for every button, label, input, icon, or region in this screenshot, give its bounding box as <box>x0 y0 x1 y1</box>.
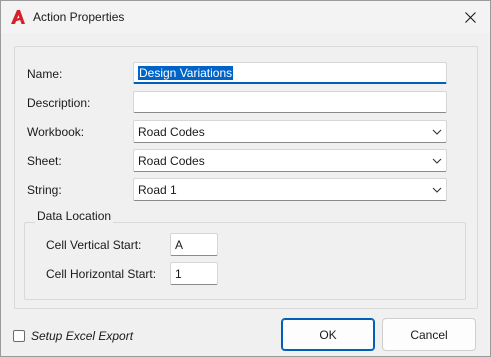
window-title: Action Properties <box>33 10 125 24</box>
sheet-select[interactable]: Road Codes <box>133 149 447 172</box>
close-icon <box>464 11 476 23</box>
name-input-value: Design Variations <box>138 65 234 80</box>
setup-excel-export-label: Setup Excel Export <box>31 329 134 343</box>
ok-button-label: OK <box>319 327 337 342</box>
cell-horizontal-start-value: 1 <box>175 266 182 281</box>
cell-horizontal-start-label: Cell Horizontal Start: <box>46 267 157 281</box>
checkbox-box[interactable] <box>13 330 25 342</box>
workbook-label: Workbook: <box>27 125 85 139</box>
chevron-down-icon <box>432 187 442 193</box>
chevron-down-icon <box>432 129 442 135</box>
workbook-select[interactable]: Road Codes <box>133 120 447 143</box>
action-properties-dialog: Action Properties Name: Design Variation… <box>0 0 491 357</box>
string-select-value: Road 1 <box>138 182 177 197</box>
title-bar: Action Properties <box>1 1 490 33</box>
properties-panel: Name: Design Variations Description: Wor… <box>14 46 478 309</box>
cell-vertical-start-input[interactable]: A <box>170 233 218 256</box>
cell-horizontal-start-input[interactable]: 1 <box>170 262 218 285</box>
data-location-group <box>24 222 466 300</box>
close-button[interactable] <box>450 1 490 33</box>
autodesk-a-logo-icon <box>10 9 26 25</box>
workbook-select-value: Road Codes <box>138 124 205 139</box>
description-label: Description: <box>27 96 91 110</box>
cancel-button[interactable]: Cancel <box>382 318 476 351</box>
setup-excel-export-checkbox[interactable]: Setup Excel Export <box>13 329 133 343</box>
cancel-button-label: Cancel <box>410 327 448 342</box>
sheet-label: Sheet: <box>27 154 62 168</box>
data-location-title: Data Location <box>35 209 114 223</box>
name-input[interactable]: Design Variations <box>133 62 447 84</box>
chevron-down-icon <box>432 158 442 164</box>
string-select[interactable]: Road 1 <box>133 178 447 201</box>
description-input[interactable] <box>133 91 447 113</box>
string-label: String: <box>27 183 62 197</box>
cell-vertical-start-label: Cell Vertical Start: <box>46 238 142 252</box>
sheet-select-value: Road Codes <box>138 153 205 168</box>
cell-vertical-start-value: A <box>175 237 184 252</box>
ok-button[interactable]: OK <box>281 318 375 351</box>
name-label: Name: <box>27 67 63 81</box>
